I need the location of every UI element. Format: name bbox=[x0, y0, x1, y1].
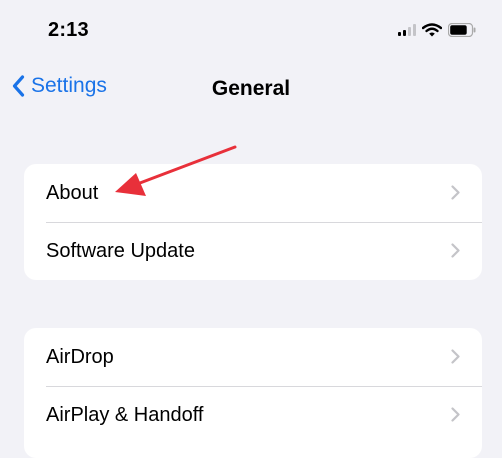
navigation-bar: Settings General bbox=[0, 60, 502, 116]
chevron-right-icon bbox=[451, 243, 460, 258]
status-time: 2:13 bbox=[48, 19, 89, 41]
row-label: AirPlay & Handoff bbox=[46, 403, 204, 426]
separator bbox=[46, 386, 482, 387]
settings-group-2: AirDrop AirPlay & Handoff bbox=[24, 328, 482, 458]
battery-icon bbox=[448, 23, 476, 37]
chevron-right-icon bbox=[451, 407, 460, 422]
wifi-icon bbox=[422, 23, 442, 37]
status-bar: 2:13 bbox=[0, 0, 502, 60]
row-label: Software Update bbox=[46, 239, 195, 262]
chevron-right-icon bbox=[451, 349, 460, 364]
row-airplay-handoff[interactable]: AirPlay & Handoff bbox=[24, 386, 482, 444]
settings-group-1: About Software Update bbox=[24, 164, 482, 280]
chevron-right-icon bbox=[451, 185, 460, 200]
status-icons bbox=[398, 23, 476, 37]
page-title: General bbox=[211, 77, 291, 100]
row-label: About bbox=[46, 181, 99, 204]
cellular-signal-icon bbox=[398, 24, 416, 36]
row-label: AirDrop bbox=[46, 345, 114, 368]
row-airdrop[interactable]: AirDrop bbox=[24, 328, 482, 386]
separator bbox=[46, 222, 482, 223]
row-about[interactable]: About bbox=[24, 164, 482, 222]
row-software-update[interactable]: Software Update bbox=[24, 222, 482, 280]
